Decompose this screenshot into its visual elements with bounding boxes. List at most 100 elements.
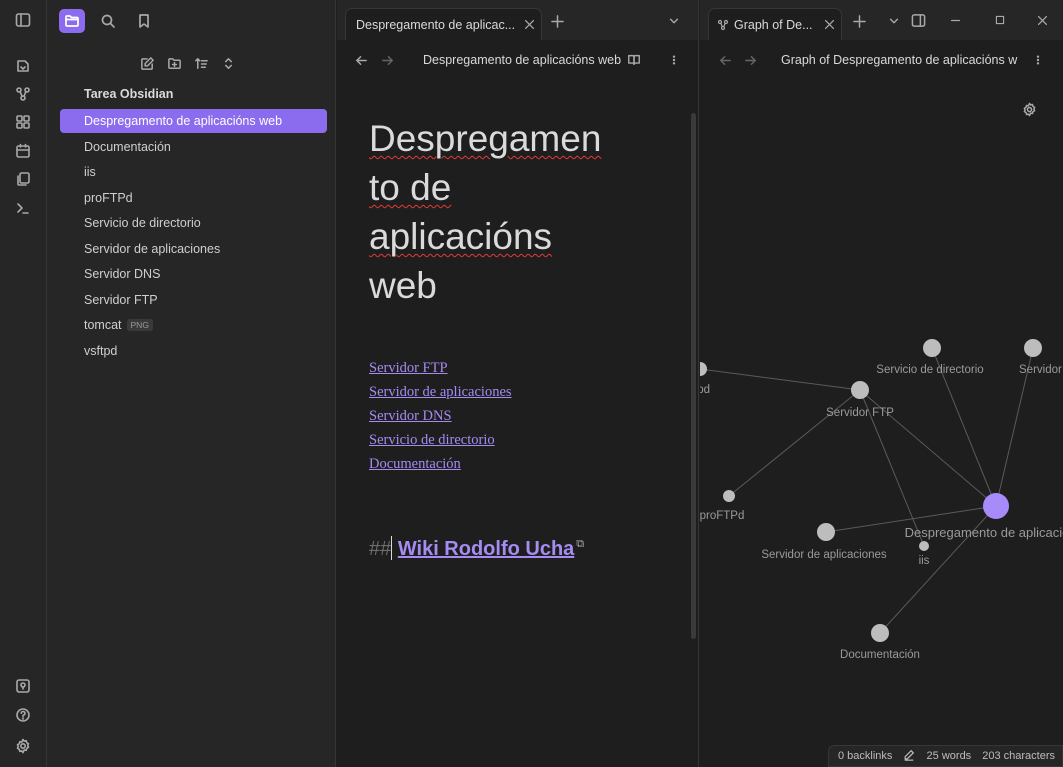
internal-link[interactable]: Servidor FTP: [369, 356, 512, 380]
file-item[interactable]: Servidor FTP: [60, 288, 327, 314]
graph-node[interactable]: [817, 523, 835, 541]
internal-link[interactable]: Servidor DNS: [369, 404, 512, 428]
tab-bookmarks[interactable]: [131, 9, 157, 33]
new-tab-icon[interactable]: [851, 13, 867, 29]
command-palette-icon[interactable]: [12, 197, 34, 219]
status-bar: 0 backlinks 25 words 203 characters: [828, 745, 1063, 767]
external-link[interactable]: Wiki Rodolfo Ucha: [398, 538, 574, 560]
note-title[interactable]: Despregamen to de aplicacións web: [369, 114, 669, 310]
quick-switcher-icon[interactable]: [12, 55, 34, 77]
word-count: 25 words: [926, 750, 972, 762]
editor-scrollbar[interactable]: [691, 113, 696, 639]
internal-link[interactable]: Servicio de directorio: [369, 428, 512, 452]
graph-node-label: Servidor de aplicaciones: [761, 549, 887, 561]
reading-view-icon[interactable]: [626, 52, 642, 68]
file-name: Servicio de directorio: [84, 216, 201, 230]
internal-link[interactable]: Servidor de aplicaciones: [369, 380, 512, 404]
editor-nav-header: Despregamento de aplicacións web: [337, 40, 698, 80]
graph-node[interactable]: [919, 541, 929, 551]
help-icon[interactable]: [12, 704, 34, 726]
graph-node-label: Despregamento de aplicació: [905, 525, 1063, 540]
tab-search[interactable]: [95, 9, 121, 33]
graph-node-label: Servidor FTP: [826, 407, 894, 419]
file-item[interactable]: proFTPd: [60, 186, 327, 212]
folder-icon: [64, 13, 80, 29]
graph-node-label: iis: [919, 555, 930, 567]
forward-arrow-icon[interactable]: [380, 53, 394, 67]
file-item[interactable]: Documentación: [60, 135, 327, 161]
close-tab-icon[interactable]: [822, 17, 836, 31]
h2-heading-line[interactable]: ## Wiki Rodolfo Ucha ⧉: [369, 536, 584, 561]
close-tab-icon[interactable]: [522, 17, 536, 31]
ribbon: [0, 0, 47, 767]
graph-node[interactable]: [1024, 339, 1042, 357]
more-options-icon[interactable]: [1033, 52, 1043, 68]
settings-icon[interactable]: [12, 735, 34, 757]
graph-view-icon[interactable]: [12, 83, 34, 105]
chevron-down-icon[interactable]: [667, 14, 681, 28]
vault-name[interactable]: Tarea Obsidian: [84, 87, 173, 101]
new-note-icon[interactable]: [137, 53, 157, 73]
file-name: Servidor FTP: [84, 292, 158, 307]
vault-switcher-icon[interactable]: [12, 675, 34, 697]
sidebar-toggle-icon[interactable]: [12, 9, 34, 31]
back-arrow-icon[interactable]: [354, 53, 368, 67]
file-item[interactable]: tomcat PNG: [60, 313, 327, 339]
graph-node[interactable]: [700, 362, 707, 376]
tab-title: Despregamento de aplicac...: [356, 17, 516, 32]
file-explorer-sidebar: Tarea Obsidian Despregamento de aplicaci…: [47, 0, 336, 767]
graph-node-label: Documentación: [840, 649, 920, 661]
graph-edge: [700, 368, 861, 391]
back-arrow-icon[interactable]: [718, 53, 732, 67]
file-name: iis: [84, 165, 96, 179]
file-item[interactable]: Servidor DNS: [60, 262, 327, 288]
collapse-all-icon[interactable]: [218, 53, 238, 73]
tab-despregamento[interactable]: Despregamento de aplicac...: [345, 8, 542, 40]
graph-edge: [728, 389, 861, 497]
graph-nav-title[interactable]: Graph of Despregamento de aplicacións w: [781, 53, 1021, 67]
title-part: to de: [369, 167, 451, 208]
more-options-icon[interactable]: [669, 52, 679, 68]
sidebar-tab-bar: [47, 0, 336, 40]
graph-node[interactable]: [923, 339, 941, 357]
graph-node[interactable]: [723, 490, 735, 502]
file-item[interactable]: iis: [60, 160, 327, 186]
bookmark-icon: [136, 13, 152, 29]
tab-graph[interactable]: Graph of De...: [708, 8, 842, 40]
graph-node[interactable]: [983, 493, 1009, 519]
graph-node[interactable]: [871, 624, 889, 642]
file-name: Documentación: [84, 139, 171, 154]
backlinks-count[interactable]: 0 backlinks: [838, 750, 892, 762]
graph-node-label: Servidor DN: [1019, 364, 1063, 376]
editor-nav-title[interactable]: Despregamento de aplicacións web: [423, 53, 623, 67]
forward-arrow-icon[interactable]: [743, 53, 757, 67]
canvas-icon[interactable]: [12, 111, 34, 133]
tab-files[interactable]: [59, 9, 85, 33]
graph-node-label: Servicio de directorio: [876, 364, 983, 376]
new-tab-icon[interactable]: [549, 13, 565, 29]
graph-pane: Graph of Despregamento de aplicacións w …: [700, 40, 1063, 767]
graph-node[interactable]: [851, 381, 869, 399]
daily-note-icon[interactable]: [12, 140, 34, 162]
graph-node-label: proFTPd: [700, 510, 744, 522]
graph-canvas[interactable]: Servicio de directorio Servidor DN:pd Serv…: [700, 80, 1063, 720]
file-item[interactable]: vsftpd: [60, 339, 327, 365]
file-name: vsftpd: [84, 343, 118, 358]
file-explorer-actions: [47, 53, 336, 75]
maximize-icon[interactable]: [993, 13, 1007, 27]
file-name: tomcat: [84, 318, 122, 332]
sort-order-icon[interactable]: [191, 53, 211, 73]
file-item[interactable]: Servidor de aplicaciones: [60, 237, 327, 263]
new-folder-icon[interactable]: [164, 53, 184, 73]
pencil-icon[interactable]: [903, 748, 915, 767]
file-item[interactable]: Despregamento de aplicacións web: [60, 109, 327, 133]
file-name: proFTPd: [84, 190, 133, 205]
close-window-icon[interactable]: [1035, 13, 1049, 27]
templates-icon[interactable]: [12, 168, 34, 190]
internal-link[interactable]: Documentación: [369, 452, 512, 476]
minimize-icon[interactable]: [948, 13, 962, 27]
chevron-down-icon[interactable]: [887, 14, 901, 28]
toggle-right-sidebar-icon[interactable]: [910, 12, 926, 28]
title-part: web: [369, 265, 437, 306]
file-item[interactable]: Servicio de directorio: [60, 211, 327, 237]
